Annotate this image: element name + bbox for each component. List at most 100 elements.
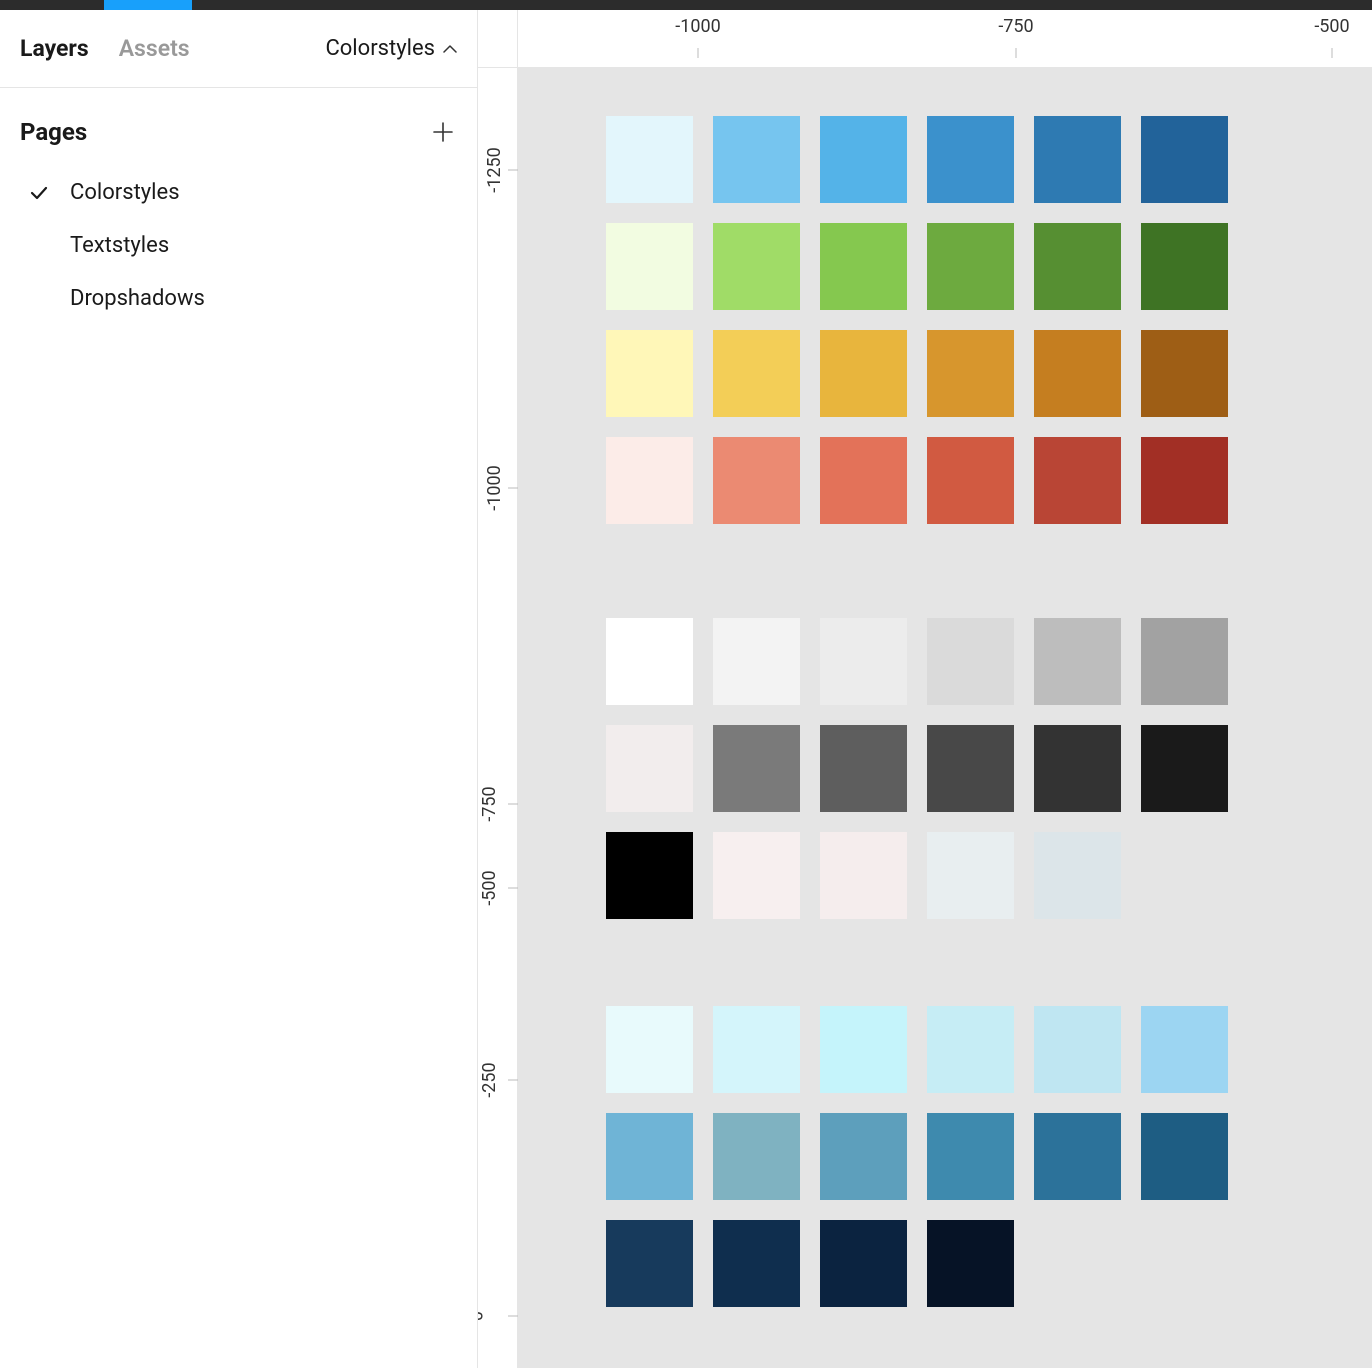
pages-header: Pages xyxy=(20,106,457,158)
color-swatch[interactable] xyxy=(820,223,907,310)
color-swatch[interactable] xyxy=(713,1220,800,1307)
color-swatch[interactable] xyxy=(1141,437,1228,524)
color-swatch[interactable] xyxy=(927,832,1014,919)
color-swatch[interactable] xyxy=(1034,1006,1121,1093)
main-area: Layers Assets Colorstyles Pages Colorsty… xyxy=(0,10,1372,1368)
ruler-tick-label: -1250 xyxy=(484,147,505,192)
color-swatch[interactable] xyxy=(820,1220,907,1307)
color-swatch[interactable] xyxy=(1034,330,1121,417)
color-swatch[interactable] xyxy=(1034,618,1121,705)
app-topbar xyxy=(0,0,1372,10)
color-swatch[interactable] xyxy=(820,618,907,705)
ruler-tick-label: -1000 xyxy=(675,16,720,37)
ruler-tick-mark xyxy=(508,888,518,889)
color-swatch[interactable] xyxy=(1141,223,1228,310)
color-swatch[interactable] xyxy=(606,618,693,705)
canvas-area: -1000-750-500-250 -1250-1000-750-500-250… xyxy=(478,10,1372,1368)
tab-layers[interactable]: Layers xyxy=(20,35,89,62)
color-swatch[interactable] xyxy=(820,437,907,524)
color-swatch[interactable] xyxy=(820,330,907,417)
ruler-tick-mark xyxy=(1016,48,1017,58)
color-swatch[interactable] xyxy=(713,330,800,417)
color-swatch[interactable] xyxy=(606,1006,693,1093)
page-item-colorstyles[interactable]: Colorstyles xyxy=(20,166,457,219)
color-swatch[interactable] xyxy=(606,832,693,919)
color-swatch[interactable] xyxy=(820,116,907,203)
color-swatch[interactable] xyxy=(713,223,800,310)
pages-title: Pages xyxy=(20,118,87,146)
color-swatch[interactable] xyxy=(820,1113,907,1200)
color-swatch[interactable] xyxy=(713,116,800,203)
color-swatch[interactable] xyxy=(1141,116,1228,203)
color-swatch[interactable] xyxy=(1034,116,1121,203)
pages-section: Pages Colorstyles Textstyles Dropshadows xyxy=(0,88,477,325)
tab-assets[interactable]: Assets xyxy=(119,35,190,62)
color-swatch[interactable] xyxy=(606,437,693,524)
ruler-vertical[interactable]: -1250-1000-750-500-2500 xyxy=(478,68,518,1368)
color-swatch[interactable] xyxy=(927,437,1014,524)
page-selector-label: Colorstyles xyxy=(325,36,435,61)
color-swatch[interactable] xyxy=(927,116,1014,203)
color-swatch[interactable] xyxy=(1141,1113,1228,1200)
color-swatch[interactable] xyxy=(1141,725,1228,812)
color-swatch[interactable] xyxy=(1141,618,1228,705)
page-item-label: Textstyles xyxy=(70,233,169,258)
page-item-label: Colorstyles xyxy=(70,180,180,205)
color-swatch[interactable] xyxy=(820,832,907,919)
color-swatch[interactable] xyxy=(606,725,693,812)
ruler-corner xyxy=(478,10,518,68)
chevron-up-icon xyxy=(443,42,457,56)
ruler-tick-mark xyxy=(508,1316,518,1317)
color-swatch[interactable] xyxy=(606,1113,693,1200)
color-swatch[interactable] xyxy=(1141,1006,1228,1093)
color-swatch[interactable] xyxy=(927,618,1014,705)
page-selector-dropdown[interactable]: Colorstyles xyxy=(325,36,457,61)
sidebar-tabs: Layers Assets Colorstyles xyxy=(0,10,477,88)
color-swatch[interactable] xyxy=(1141,330,1228,417)
left-sidebar: Layers Assets Colorstyles Pages Colorsty… xyxy=(0,10,478,1368)
ruler-tick-label: 0 xyxy=(478,1311,488,1321)
color-swatch[interactable] xyxy=(927,1113,1014,1200)
page-item-textstyles[interactable]: Textstyles xyxy=(20,219,457,272)
color-swatch[interactable] xyxy=(713,1006,800,1093)
check-icon xyxy=(30,186,70,200)
ruler-tick-mark xyxy=(508,804,518,805)
ruler-tick-mark xyxy=(508,1080,518,1081)
pages-list: Colorstyles Textstyles Dropshadows xyxy=(20,158,457,325)
ruler-tick-mark xyxy=(698,48,699,58)
color-swatch[interactable] xyxy=(713,725,800,812)
page-item-label: Dropshadows xyxy=(70,286,205,311)
page-item-dropshadows[interactable]: Dropshadows xyxy=(20,272,457,325)
color-swatch[interactable] xyxy=(606,1220,693,1307)
color-swatch[interactable] xyxy=(1034,1113,1121,1200)
color-swatch[interactable] xyxy=(927,330,1014,417)
color-swatch[interactable] xyxy=(606,116,693,203)
color-swatch[interactable] xyxy=(1034,832,1121,919)
color-swatch[interactable] xyxy=(1034,223,1121,310)
add-page-button[interactable] xyxy=(429,118,457,146)
color-swatch[interactable] xyxy=(820,1006,907,1093)
color-swatch[interactable] xyxy=(927,725,1014,812)
color-swatch[interactable] xyxy=(927,223,1014,310)
ruler-tick-label: -250 xyxy=(479,1062,500,1097)
ruler-tick-mark xyxy=(1332,48,1333,58)
color-swatch[interactable] xyxy=(713,618,800,705)
color-swatch[interactable] xyxy=(1034,725,1121,812)
color-swatch[interactable] xyxy=(606,330,693,417)
ruler-tick-label: -500 xyxy=(1314,16,1349,37)
color-swatch[interactable] xyxy=(927,1220,1014,1307)
color-swatch[interactable] xyxy=(820,725,907,812)
color-swatch[interactable] xyxy=(927,1006,1014,1093)
canvas-viewport[interactable] xyxy=(518,68,1372,1368)
color-swatch[interactable] xyxy=(713,832,800,919)
ruler-horizontal[interactable]: -1000-750-500-250 xyxy=(518,10,1372,68)
color-swatch[interactable] xyxy=(713,1113,800,1200)
ruler-tick-label: -500 xyxy=(479,870,500,905)
ruler-tick-label: -750 xyxy=(998,16,1033,37)
color-swatch[interactable] xyxy=(713,437,800,524)
ruler-tick-mark xyxy=(508,488,518,489)
ruler-tick-label: -1000 xyxy=(484,465,505,510)
active-tool-highlight xyxy=(104,0,192,10)
color-swatch[interactable] xyxy=(1034,437,1121,524)
color-swatch[interactable] xyxy=(606,223,693,310)
